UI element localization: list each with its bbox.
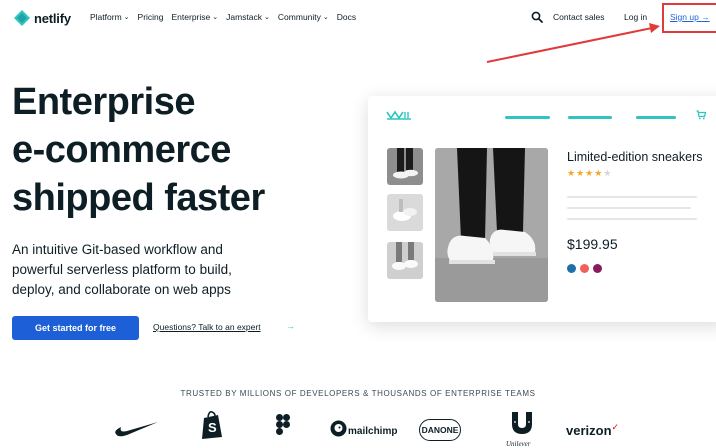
color-swatch[interactable] <box>593 264 602 273</box>
card-nav-bar <box>568 116 612 119</box>
menu-label: Platform <box>90 12 122 22</box>
chevron-down-icon: ⌄ <box>123 13 130 21</box>
signup-link[interactable]: Sign up → <box>670 12 710 22</box>
svg-text:S: S <box>208 420 217 435</box>
star-icon: ★ <box>567 168 577 178</box>
hero-title-line: Enterprise <box>12 81 195 123</box>
figma-logo <box>276 414 290 435</box>
hero-subtitle-line: An intuitive Git-based workflow and <box>12 242 223 257</box>
mailchimp-logo: mailchimp <box>348 426 398 437</box>
color-swatch[interactable] <box>567 264 576 273</box>
product-rating: ★★★★★ <box>567 168 612 179</box>
top-navigation: netlify Platform ⌄ Pricing Enterprise ⌄ Ja… <box>0 0 716 36</box>
menu-item-docs[interactable]: Docs <box>337 12 356 22</box>
hero-title-line: shipped faster <box>12 177 265 219</box>
unilever-logo <box>512 412 532 434</box>
sneaker-thumbnail-image <box>387 194 423 231</box>
placeholder-text-line <box>567 207 691 209</box>
check-icon: ✓ <box>611 422 620 432</box>
main-menu: Platform ⌄ Pricing Enterprise ⌄ Jamstack ⌄ … <box>90 12 356 22</box>
menu-label: Jamstack <box>226 12 263 22</box>
menu-item-jamstack[interactable]: Jamstack ⌄ <box>226 12 270 22</box>
chevron-down-icon: ⌄ <box>322 13 329 21</box>
menu-item-community[interactable]: Community ⌄ <box>278 12 329 22</box>
get-started-button[interactable]: Get started for free <box>12 316 139 340</box>
hero-title-line: e-commerce <box>12 129 231 171</box>
netlify-logo[interactable]: netlify <box>14 10 71 26</box>
star-icon: ★ <box>594 168 604 178</box>
mailchimp-icon <box>330 420 347 437</box>
trusted-headline: TRUSTED BY MILLIONS OF DEVELOPERS & THOU… <box>180 389 536 398</box>
hero-subtitle-line: deploy, and collaborate on web apps <box>12 282 231 297</box>
chevron-down-icon: ⌄ <box>264 13 270 21</box>
talk-to-expert-link[interactable]: Questions? Talk to an expert <box>153 322 261 332</box>
hero-title: Enterprise e-commerce shipped faster <box>12 78 265 222</box>
danone-logo: DANONE <box>419 419 461 441</box>
login-link[interactable]: Log in <box>624 12 647 22</box>
sneaker-thumbnail-image <box>387 242 423 279</box>
menu-label: Community <box>277 12 321 22</box>
star-icon: ★ <box>576 168 586 178</box>
sneaker-thumbnail-image <box>387 148 423 185</box>
brand-name: netlify <box>34 10 71 26</box>
hero-subtitle-line: powerful serverless platform to build, <box>12 262 232 277</box>
star-icon: ★ <box>603 168 613 178</box>
signup-label: Sign up <box>670 12 699 22</box>
card-brand-logo <box>386 110 411 120</box>
product-main-image <box>435 148 548 302</box>
product-thumbnail[interactable] <box>387 242 423 279</box>
arrow-right-icon: → <box>286 321 295 331</box>
placeholder-text-line <box>567 218 697 220</box>
shopify-logo: S <box>202 411 222 439</box>
menu-item-platform[interactable]: Platform ⌄ <box>90 12 130 22</box>
sneakers-photo <box>435 148 548 302</box>
contact-sales-link[interactable]: Contact sales <box>553 12 605 22</box>
product-price: $199.95 <box>567 236 618 252</box>
card-nav-bar <box>505 116 550 119</box>
unilever-wordmark: Unilever <box>506 440 531 448</box>
menu-label: Docs <box>336 12 357 22</box>
hero-subtitle: An intuitive Git-based workflow and powe… <box>12 240 302 300</box>
cart-icon <box>696 110 706 120</box>
product-card: Limited-edition sneakers ★★★★★ $199.95 <box>368 96 716 322</box>
menu-item-pricing[interactable]: Pricing <box>138 12 164 22</box>
menu-label: Enterprise <box>171 12 211 22</box>
search-icon[interactable] <box>531 11 543 23</box>
verizon-wordmark: verizon <box>566 423 612 438</box>
card-nav-bar <box>636 116 676 119</box>
star-icon: ★ <box>585 168 595 178</box>
arrow-right-icon: → <box>701 12 710 22</box>
verizon-logo: verizon✓ <box>566 422 620 438</box>
color-swatch[interactable] <box>580 264 589 273</box>
chevron-down-icon: ⌄ <box>212 13 219 21</box>
menu-label: Pricing <box>137 12 164 22</box>
menu-item-enterprise[interactable]: Enterprise ⌄ <box>172 12 219 22</box>
product-thumbnail[interactable] <box>387 148 423 185</box>
netlify-diamond-icon <box>14 10 30 26</box>
placeholder-text-line <box>567 196 697 198</box>
product-thumbnail[interactable] <box>387 194 423 231</box>
nike-logo <box>115 422 158 437</box>
product-name: Limited-edition sneakers <box>567 150 703 164</box>
